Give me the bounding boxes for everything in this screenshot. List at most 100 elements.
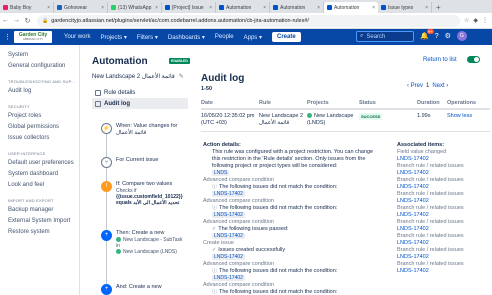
rule-name-text: New Landscape 2 قائمة الأعمال: [92, 74, 175, 80]
notifications-icon[interactable]: 🔔 9+: [420, 29, 434, 40]
extension-icon[interactable]: ◆: [473, 17, 478, 24]
search-input[interactable]: ⌕ Search: [356, 31, 414, 42]
sidebar-item[interactable]: Backup manager: [8, 205, 79, 216]
browser-address-bar: ← → ↻ 🔒 gardencityjo.atlassian.net/plugi…: [0, 13, 492, 29]
subtask-icon: [116, 237, 121, 243]
associated-issue-key[interactable]: LNDS-17402: [397, 268, 491, 275]
help-icon[interactable]: ?: [435, 33, 439, 40]
back-icon[interactable]: ←: [0, 17, 11, 24]
action-detail-line: Create issue: [203, 240, 391, 247]
tab-close-icon[interactable]: ×: [155, 5, 158, 11]
cell-status: SUCCESS: [359, 109, 417, 132]
prev-page-link[interactable]: ‹ Prev: [407, 83, 423, 89]
associated-issue-key[interactable]: LNDS-17402: [397, 170, 491, 177]
app-switcher-icon[interactable]: ⋮⋮: [4, 33, 18, 41]
tab-close-icon[interactable]: ×: [209, 5, 212, 11]
list-icon: [95, 100, 101, 107]
issue-key[interactable]: LNDS-17402: [212, 233, 245, 239]
settings-icon[interactable]: ⚙: [445, 32, 451, 40]
url-input[interactable]: 🔒 gardencityjo.atlassian.net/plugins/ser…: [37, 14, 460, 27]
issue-key[interactable]: LNDS-17402: [212, 191, 245, 197]
reload-icon[interactable]: ↻: [22, 17, 33, 25]
tab-close-icon[interactable]: ×: [317, 5, 320, 11]
admin-sidebar: System General configuration Troubleshooti…: [0, 45, 80, 295]
sidebar-item[interactable]: Global permissions: [8, 122, 79, 133]
issue-key[interactable]: LNDS-17402: [212, 212, 245, 218]
cell-rule[interactable]: New Landscape 2 قائمة الأعمال: [259, 109, 307, 132]
forward-icon[interactable]: →: [11, 17, 22, 24]
flow-branch[interactable]: ⑂ For Current issue: [101, 157, 191, 168]
avatar[interactable]: G: [456, 31, 467, 41]
associated-item-label: Branch rule / related issues: [397, 205, 464, 211]
tab-close-icon[interactable]: ×: [263, 5, 266, 11]
edit-icon[interactable]: ✎: [179, 74, 184, 80]
associated-issue-key[interactable]: LNDS-17402: [397, 198, 491, 205]
nav-your-work[interactable]: Your work: [64, 34, 90, 40]
nav-apps[interactable]: Apps ▾: [244, 34, 262, 41]
browser-tab[interactable]: Automation ×: [270, 2, 324, 13]
action-detail-line: This rule was configured with a project …: [203, 149, 391, 156]
menu-dots-icon[interactable]: ⋮: [482, 17, 488, 24]
detail-text: Advanced compare condition: [203, 177, 274, 183]
flow-action-2[interactable]: + And: Create a new: [101, 284, 191, 295]
sidebar-item[interactable]: External System Import: [8, 216, 79, 227]
rule-details-item[interactable]: Rule details: [92, 87, 188, 98]
issue-key[interactable]: LNDS-17402: [212, 275, 245, 281]
sidebar-item[interactable]: Project roles: [8, 111, 79, 122]
tab-close-icon[interactable]: ×: [47, 5, 50, 11]
sidebar-item[interactable]: General configuration: [8, 61, 79, 72]
browser-tab-strip: Baby Boy × Gohowear × (13) WhatsApp × [Project…: [0, 0, 492, 13]
browser-tab[interactable]: Baby Boy ×: [0, 2, 54, 13]
sidebar-section-heading: Troubleshooting and sup...: [8, 79, 75, 84]
action-icon: +: [101, 230, 112, 241]
browser-tab[interactable]: Automation ×: [216, 2, 270, 13]
rule-name[interactable]: New Landscape 2 قائمة الأعمال ✎: [92, 73, 184, 80]
associated-issue-key[interactable]: LNDS-17402: [397, 212, 491, 219]
flow-trigger[interactable]: ⚡ When: Value changes for قائمة الأعمال: [101, 123, 191, 137]
site-logo[interactable]: Garden City ABROAD CITY: [14, 31, 52, 43]
tab-close-icon[interactable]: ×: [425, 5, 428, 11]
detail-text: The following issues did not match the c…: [219, 268, 338, 274]
audit-log-item[interactable]: Audit log: [92, 98, 188, 109]
sidebar-item[interactable]: System dashboard: [8, 169, 79, 180]
star-icon[interactable]: ☆: [464, 17, 469, 24]
show-less-link[interactable]: Show less: [447, 113, 472, 119]
page-title: Automation: [92, 56, 148, 67]
sidebar-item[interactable]: Look and feel: [8, 180, 79, 191]
flow-condition[interactable]: ! If: Compare two values Checks if {{iss…: [101, 181, 191, 206]
issue-key[interactable]: LNDS: [212, 170, 230, 176]
associated-issue-key[interactable]: LNDS-17402: [397, 226, 491, 233]
flow-action-1[interactable]: + Then: Create a new New Landscape - Sub…: [101, 230, 191, 255]
associated-issue-key[interactable]: LNDS-17402: [397, 254, 491, 261]
sidebar-item[interactable]: Default user preferences: [8, 158, 79, 169]
sidebar-item[interactable]: Audit log: [8, 86, 79, 97]
cell-project[interactable]: New Landscape (LNDS): [307, 109, 359, 132]
browser-tab[interactable]: Gohowear ×: [54, 2, 108, 13]
sidebar-item[interactable]: Restore system: [8, 227, 79, 238]
return-to-list-link[interactable]: Return to list: [423, 57, 457, 63]
browser-tab[interactable]: Issue types ×: [378, 2, 432, 13]
browser-tab[interactable]: [Project] Issue ×: [162, 2, 216, 13]
tab-close-icon[interactable]: ×: [101, 5, 104, 11]
nav-filters[interactable]: Filters ▾: [137, 34, 158, 41]
logo-subtext: ABROAD CITY: [22, 37, 44, 41]
rule-enabled-toggle[interactable]: [467, 56, 480, 63]
new-tab-icon[interactable]: +: [432, 2, 445, 13]
detail-text: Advanced compare condition: [203, 198, 274, 204]
table-row[interactable]: 16/05/20 12:35:02 pm (UTC +03) New Landsc…: [201, 109, 490, 132]
next-page-link[interactable]: Next ›: [432, 83, 448, 89]
browser-tab[interactable]: Automation ×: [324, 2, 378, 13]
browser-tab[interactable]: (13) WhatsApp ×: [108, 2, 162, 13]
sidebar-item[interactable]: System: [8, 50, 79, 61]
create-button[interactable]: Create: [271, 32, 301, 42]
nav-dashboards[interactable]: Dashboards ▾: [168, 34, 205, 41]
tab-close-icon[interactable]: ×: [372, 5, 375, 11]
associated-issue-key[interactable]: LNDS-17402: [397, 184, 491, 191]
sidebar-item[interactable]: Issue collectors: [8, 133, 79, 144]
associated-issue-key[interactable]: LNDS-17402: [397, 240, 491, 247]
nav-people[interactable]: People: [215, 34, 234, 40]
issue-key[interactable]: LNDS-17402: [212, 254, 245, 260]
column-header-date[interactable]: Date: [201, 98, 259, 110]
associated-issue-key[interactable]: LNDS-17402: [397, 156, 491, 163]
nav-projects[interactable]: Projects ▾: [100, 34, 126, 41]
